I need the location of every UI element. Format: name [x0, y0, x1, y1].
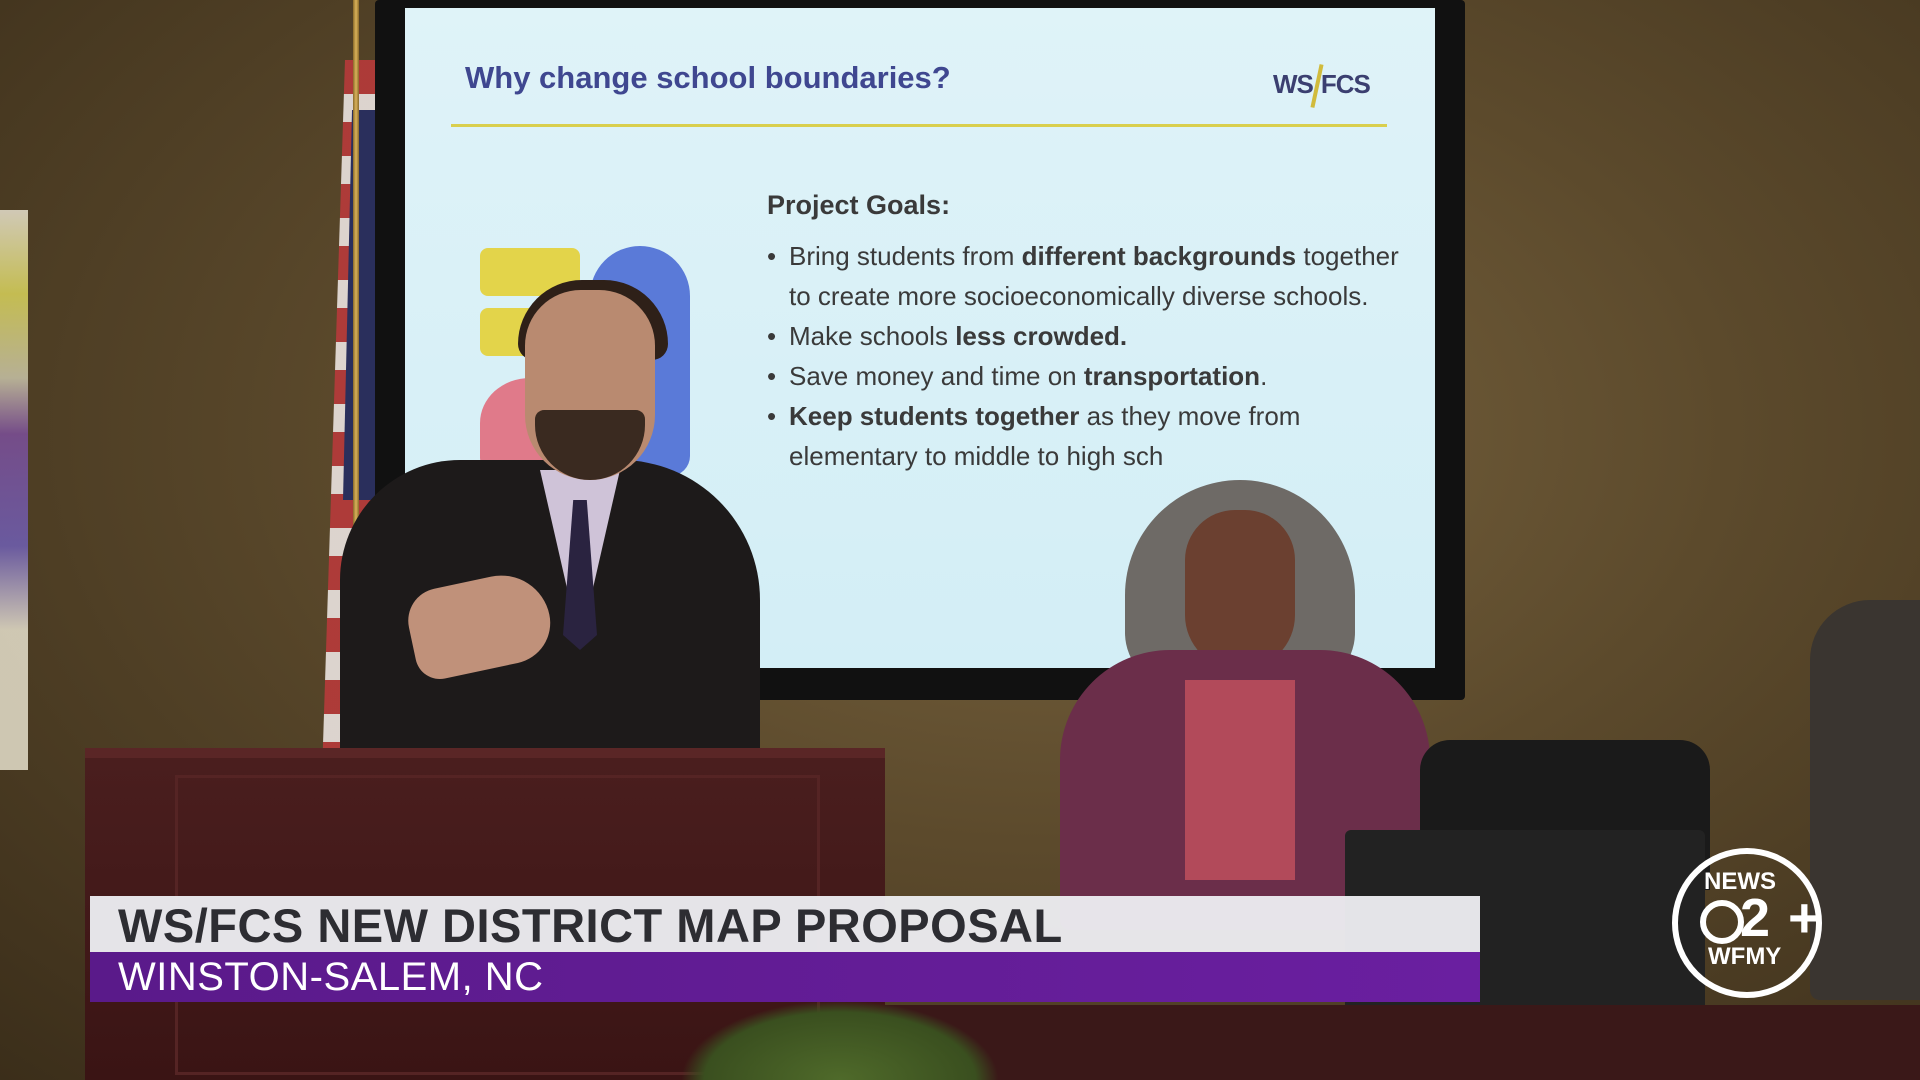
goal-item: Make schools less crowded. — [767, 316, 1399, 356]
person-edge-right — [1810, 600, 1920, 1000]
woman-head — [1185, 510, 1295, 670]
woman-blouse — [1185, 680, 1295, 880]
logo-text-right: FCS — [1320, 68, 1371, 99]
goals-list: Bring students from different background… — [767, 236, 1399, 476]
logo-text-left: WS — [1273, 68, 1314, 99]
lower-third-location: WINSTON-SALEM, NC — [118, 955, 544, 999]
goals-heading: Project Goals: — [767, 190, 951, 220]
goal-item: Save money and time on transportation. — [767, 356, 1399, 396]
station-logo-callsign: WFMY — [1708, 943, 1782, 970]
plant — [680, 1000, 1000, 1080]
cbs-eye-icon — [1700, 900, 1744, 944]
lower-third-headline: WS/FCS NEW DISTRICT MAP PROPOSAL — [118, 899, 1063, 952]
station-logo-plus: + — [1788, 886, 1821, 949]
wall-poster — [0, 210, 28, 770]
goal-item: Bring students from different background… — [767, 236, 1399, 316]
goal-item: Keep students together as they move from… — [767, 396, 1399, 476]
slide-title: Why change school boundaries? — [465, 60, 951, 95]
station-logo-number: 2 — [1740, 888, 1771, 948]
slide-divider — [451, 124, 1387, 127]
desk — [885, 1005, 1920, 1080]
wsfcs-logo: WS FCS — [1273, 64, 1371, 108]
